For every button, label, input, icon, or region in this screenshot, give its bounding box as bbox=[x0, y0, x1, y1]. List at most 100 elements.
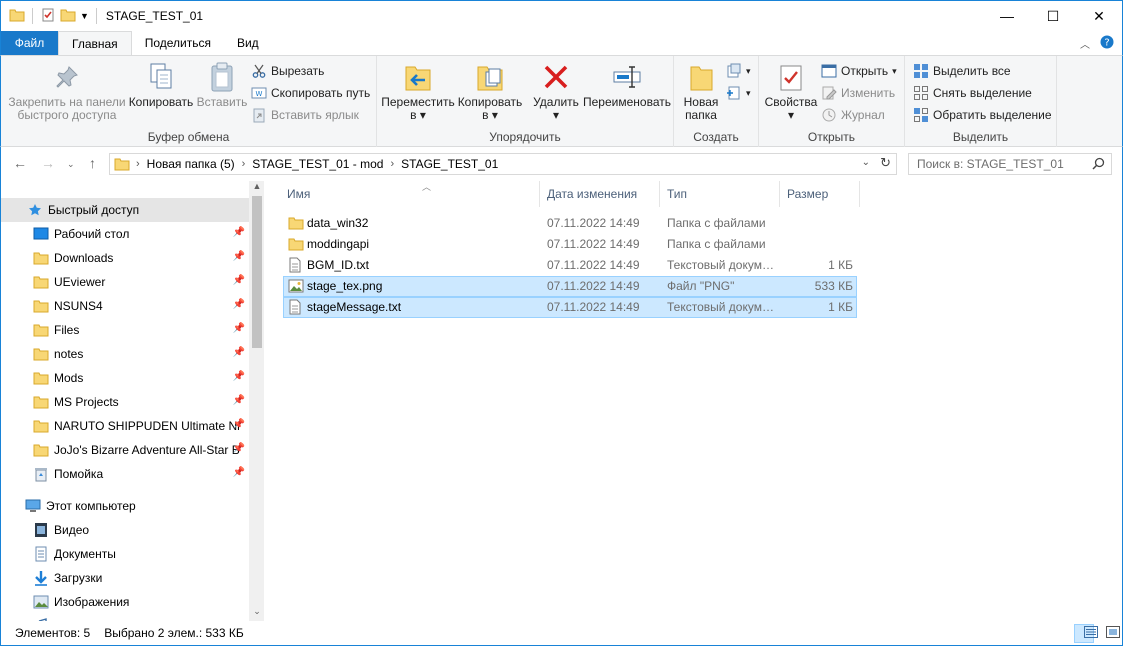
scroll-down-icon[interactable]: ⌄ bbox=[249, 606, 264, 621]
new-item-button[interactable]: ▾ bbox=[726, 61, 751, 81]
address-dropdown-icon[interactable]: ⌄ bbox=[862, 157, 870, 168]
copy-button[interactable]: Копировать bbox=[127, 60, 195, 109]
nav-pc-downloads[interactable]: Загрузки bbox=[1, 566, 249, 590]
new-folder-button[interactable]: Новая папка bbox=[680, 60, 722, 122]
pin-icon[interactable]: 📌 bbox=[233, 443, 245, 454]
details-view-button[interactable] bbox=[1074, 624, 1098, 643]
cut-button[interactable]: Вырезать bbox=[251, 61, 324, 81]
pin-icon[interactable]: 📌 bbox=[233, 419, 245, 430]
select-none-button[interactable]: Снять выделение bbox=[913, 83, 1032, 103]
table-row[interactable]: BGM_ID.txt 07.11.2022 14:49 Текстовый до… bbox=[283, 255, 857, 276]
scroll-up-icon[interactable]: ▲ bbox=[249, 181, 264, 196]
large-icons-view-button[interactable] bbox=[1096, 624, 1120, 643]
nav-item-ms-projects[interactable]: MS Projects 📌 bbox=[1, 390, 249, 414]
up-arrow-icon[interactable]: ↑ bbox=[89, 155, 96, 171]
table-row[interactable]: stage_tex.png 07.11.2022 14:49 Файл "PNG… bbox=[283, 276, 857, 297]
search-icon[interactable] bbox=[1092, 157, 1105, 173]
nav-scrollbar[interactable]: ▲ ⌄ bbox=[249, 181, 264, 621]
nav-item-naruto[interactable]: NARUTO SHIPPUDEN Ultimate Ninja STORM 4 … bbox=[1, 414, 249, 438]
nav-pc-documents[interactable]: Документы bbox=[1, 542, 249, 566]
copy-to-button[interactable]: Копировать в ▾ bbox=[455, 60, 525, 122]
pin-icon[interactable]: 📌 bbox=[233, 347, 245, 358]
breadcrumb-item[interactable]: STAGE_TEST_01 bbox=[401, 157, 498, 171]
document-icon bbox=[33, 546, 49, 562]
nav-item-ueviewer[interactable]: UEviewer 📌 bbox=[1, 270, 249, 294]
paste-shortcut-button[interactable]: Вставить ярлык bbox=[251, 105, 359, 125]
column-header-type[interactable]: Тип bbox=[660, 181, 780, 207]
pin-quick-access-button[interactable]: Закрепить на панели быстрого доступа bbox=[7, 60, 127, 122]
help-icon[interactable]: ? bbox=[1100, 35, 1114, 52]
nav-pc-videos[interactable]: Видео bbox=[1, 518, 249, 542]
breadcrumb-item[interactable]: STAGE_TEST_01 - mod bbox=[252, 157, 383, 171]
history-icon bbox=[821, 107, 837, 123]
move-to-button[interactable]: Переместить в ▾ bbox=[381, 60, 455, 122]
pin-icon[interactable]: 📌 bbox=[233, 275, 245, 286]
pin-icon[interactable]: 📌 bbox=[233, 251, 245, 262]
rename-button[interactable]: Переименовать bbox=[581, 60, 673, 109]
invert-selection-button[interactable]: Обратить выделение bbox=[913, 105, 1052, 125]
edit-button[interactable]: Изменить bbox=[821, 83, 895, 103]
tab-share[interactable]: Поделиться bbox=[132, 31, 224, 55]
nav-item-jojo[interactable]: JoJo's Bizarre Adventure All-Star Battle… bbox=[1, 438, 249, 462]
refresh-icon[interactable]: ↻ bbox=[880, 155, 891, 171]
minimize-button[interactable]: — bbox=[984, 1, 1030, 31]
easy-access-button[interactable]: ▾ bbox=[726, 83, 751, 103]
table-row[interactable]: data_win32 07.11.2022 14:49 Папка с файл… bbox=[283, 213, 857, 234]
address-bar[interactable]: › Новая папка (5) › STAGE_TEST_01 - mod … bbox=[109, 153, 897, 175]
pin-icon[interactable]: 📌 bbox=[233, 299, 245, 310]
image-file-icon bbox=[288, 278, 304, 294]
select-all-button[interactable]: Выделить все bbox=[913, 61, 1011, 81]
pin-icon[interactable]: 📌 bbox=[233, 467, 245, 478]
pin-icon[interactable]: 📌 bbox=[233, 227, 245, 238]
large-icons-view-icon bbox=[1106, 626, 1120, 641]
history-button[interactable]: Журнал bbox=[821, 105, 885, 125]
group-open: Свойства ▾ Открыть ▾ Изменить Журнал Отк… bbox=[759, 56, 905, 148]
properties-qat-icon[interactable] bbox=[40, 7, 56, 26]
nav-item-downloads[interactable]: Downloads 📌 bbox=[1, 246, 249, 270]
chevron-right-icon[interactable]: › bbox=[136, 158, 140, 170]
maximize-button[interactable]: ☐ bbox=[1030, 1, 1076, 31]
column-header-size[interactable]: Размер bbox=[780, 181, 860, 207]
copy-path-button[interactable]: W Скопировать путь bbox=[251, 83, 370, 103]
star-icon bbox=[27, 202, 43, 218]
paste-button[interactable]: Вставить bbox=[195, 60, 249, 109]
pin-icon[interactable]: 📌 bbox=[233, 371, 245, 382]
table-row[interactable]: moddingapi 07.11.2022 14:49 Папка с файл… bbox=[283, 234, 857, 255]
properties-button[interactable]: Свойства ▾ bbox=[763, 60, 819, 122]
nav-item-mods[interactable]: Mods 📌 bbox=[1, 366, 249, 390]
chevron-right-icon[interactable]: › bbox=[242, 158, 246, 170]
table-row[interactable]: stageMessage.txt 07.11.2022 14:49 Тексто… bbox=[283, 297, 857, 318]
column-header-date[interactable]: Дата изменения bbox=[540, 181, 660, 207]
tab-file[interactable]: Файл bbox=[1, 31, 58, 55]
recent-locations-icon[interactable]: ⌄ bbox=[67, 159, 75, 170]
pin-icon[interactable]: 📌 bbox=[233, 395, 245, 406]
nav-item-notes[interactable]: notes 📌 bbox=[1, 342, 249, 366]
folder-icon bbox=[33, 274, 49, 290]
search-input[interactable]: Поиск в: STAGE_TEST_01 bbox=[908, 153, 1112, 175]
column-header-name[interactable]: Имя ︿ bbox=[280, 181, 540, 207]
new-folder-qat-icon[interactable] bbox=[60, 7, 76, 26]
scrollbar-thumb[interactable] bbox=[252, 196, 262, 348]
qat-dropdown-icon[interactable]: ▼ bbox=[80, 11, 89, 21]
nav-item-nsuns4[interactable]: NSUNS4 📌 bbox=[1, 294, 249, 318]
tab-view[interactable]: Вид bbox=[224, 31, 272, 55]
nav-pc-music[interactable] bbox=[1, 614, 249, 621]
nav-pc-pictures[interactable]: Изображения bbox=[1, 590, 249, 614]
back-arrow-icon[interactable]: ← bbox=[13, 155, 27, 171]
nav-quick-access[interactable]: Быстрый доступ bbox=[1, 198, 249, 222]
close-button[interactable]: ✕ bbox=[1076, 1, 1122, 31]
folder-icon bbox=[288, 236, 304, 252]
collapse-ribbon-icon[interactable]: ︿ bbox=[1080, 36, 1090, 51]
breadcrumb-item[interactable]: Новая папка (5) bbox=[147, 157, 235, 171]
delete-button[interactable]: Удалить ▾ bbox=[529, 60, 583, 122]
status-bar: Элементов: 5 Выбрано 2 элем.: 533 КБ bbox=[0, 621, 1123, 646]
tab-home[interactable]: Главная bbox=[58, 31, 132, 56]
nav-item-trash-folder[interactable]: Помойка 📌 bbox=[1, 462, 249, 486]
pin-icon[interactable]: 📌 bbox=[233, 323, 245, 334]
forward-arrow-icon[interactable]: → bbox=[41, 155, 55, 171]
nav-item-files[interactable]: Files 📌 bbox=[1, 318, 249, 342]
open-button[interactable]: Открыть ▾ bbox=[821, 61, 897, 81]
chevron-right-icon[interactable]: › bbox=[390, 158, 394, 170]
nav-this-pc[interactable]: Этот компьютер bbox=[1, 494, 249, 518]
nav-item-desktop[interactable]: Рабочий стол 📌 bbox=[1, 222, 249, 246]
